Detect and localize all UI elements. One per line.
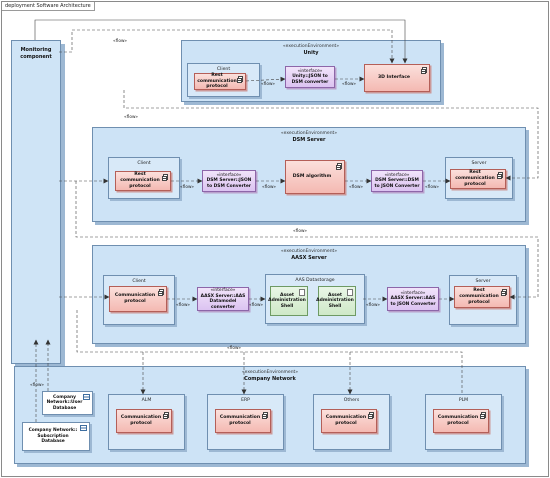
aasx-right-interface-name: AASX Server::AAS to JSON Converter: [390, 296, 436, 307]
company-stereotype: «executionEnvironment»: [241, 370, 299, 375]
flow-label: «flow»: [262, 185, 277, 190]
flow-label: «flow»: [261, 82, 276, 87]
aasx-server-rest-component[interactable]: Rest communication protocol: [454, 286, 510, 308]
aasx-left-interface-name: AASX Server::AAS Datamodel converter: [200, 293, 246, 310]
aasx-stereotype: «executionEnvironment»: [280, 249, 338, 254]
unity-rest-component[interactable]: Rest communication protocol: [194, 73, 246, 90]
component-icon: [162, 174, 168, 182]
plm-communication-component[interactable]: Communication protocol: [433, 409, 489, 433]
dsm-to-json-interface[interactable]: «interface» DSM Server::DSM to JSON Conv…: [371, 170, 423, 192]
dsm-left-interface-name: DSM Server::JSON to DSM Converter: [206, 178, 252, 189]
dsm-server-label: Server: [471, 161, 487, 166]
dsm-stereotype: «executionEnvironment»: [280, 131, 338, 136]
unity-3d-interface-label: 3D Interface: [377, 75, 411, 81]
monitoring-component-node[interactable]: Monitoring component: [11, 40, 61, 364]
unity-rest-component-label: Rest communication protocol: [197, 72, 237, 90]
dsm-name: DSM Server: [292, 137, 326, 143]
asset-administration-shell-1[interactable]: Asset Administration Shell: [268, 286, 308, 316]
aas-datastorage-label: AAS Datastorage: [295, 278, 335, 283]
flow-label: «flow»: [249, 303, 264, 308]
component-icon: [336, 163, 342, 171]
aasx-server-label: Server: [475, 279, 491, 284]
subscription-database-label: Company Network:: Subscription Database: [28, 428, 78, 445]
others-communication-component[interactable]: Communication protocol: [321, 409, 377, 433]
unity-interface-name: Unity::JSON to DSM converter: [291, 74, 329, 85]
flow-label: «flow»: [349, 185, 364, 190]
monitoring-component-name: Monitoring component: [20, 47, 52, 60]
unity-name: Unity: [303, 50, 319, 56]
alm-label: ALM: [141, 398, 152, 403]
component-icon: [421, 67, 427, 75]
flow-label: «flow»: [293, 229, 308, 234]
erp-communication-component[interactable]: Communication protocol: [215, 409, 271, 433]
erp-label: ERP: [241, 398, 250, 403]
dsm-server-rest-component[interactable]: Rest communication protocol: [450, 169, 506, 189]
user-database-label: Company Network::User Database: [46, 394, 83, 411]
unity-3d-interface-component[interactable]: 3D Interface: [364, 64, 430, 92]
plm-communication-label: Communication protocol: [437, 415, 479, 426]
aasx-client-label: Client: [132, 279, 146, 284]
component-icon: [501, 289, 507, 297]
flow-label: «flow»: [366, 303, 381, 308]
aasx-name: AASX Server: [291, 255, 327, 261]
aasx-to-json-converter-interface[interactable]: «interface» AASX Server::AAS to JSON Con…: [387, 287, 439, 311]
flow-label: «flow»: [227, 346, 242, 351]
component-icon: [497, 172, 503, 180]
component-icon: [158, 289, 164, 297]
alm-communication-component[interactable]: Communication protocol: [116, 409, 172, 433]
flow-label: «flow»: [30, 383, 45, 388]
component-icon: [163, 412, 169, 420]
unity-client-label: Client: [216, 67, 231, 72]
aasx-server-rest-label: Rest communication protocol: [459, 288, 499, 305]
flow-label: «flow»: [113, 39, 128, 44]
flow-label: «flow»: [176, 303, 191, 308]
erp-communication-label: Communication protocol: [219, 415, 261, 426]
aasx-client-communication-component[interactable]: Communication protocol: [109, 286, 167, 312]
flow-label: «flow»: [124, 115, 139, 120]
dsm-server-rest-label: Rest communication protocol: [455, 170, 495, 187]
artifact-icon: [299, 289, 305, 296]
flow-label: «flow»: [180, 185, 195, 190]
dsm-client-label: Client: [137, 161, 151, 166]
subscription-database[interactable]: Company Network:: Subscription Database: [22, 422, 90, 451]
diagram-title: deployment Software Architecture: [2, 2, 95, 11]
others-label: Others: [343, 398, 360, 403]
dsm-algorithm-component[interactable]: DSM algorithm: [285, 160, 345, 194]
aasx-client-communication-label: Communication protocol: [114, 293, 156, 304]
dsm-algorithm-label: DSM algorithm: [292, 174, 332, 180]
component-icon: [480, 412, 486, 420]
table-icon: [80, 425, 87, 431]
unity-json-to-dsm-interface[interactable]: «interface» Unity::JSON to DSM converter: [285, 66, 335, 88]
dsm-client-rest-label: Rest communication protocol: [120, 172, 160, 189]
unity-stereotype: «executionEnvironment»: [282, 44, 340, 49]
user-database[interactable]: Company Network::User Database: [42, 391, 93, 415]
table-icon: [83, 394, 90, 400]
flow-label: «flow»: [342, 82, 357, 87]
plm-label: PLM: [458, 398, 469, 403]
dsm-client-rest-component[interactable]: Rest communication protocol: [115, 171, 171, 191]
company-name: Company Network: [244, 376, 296, 382]
flow-label: «flow»: [425, 185, 440, 190]
dsm-json-to-dsm-interface[interactable]: «interface» DSM Server::JSON to DSM Conv…: [202, 170, 256, 192]
alm-communication-label: Communication protocol: [120, 415, 162, 426]
aasx-datamodel-converter-interface[interactable]: «interface» AASX Server::AAS Datamodel c…: [197, 287, 249, 311]
component-icon: [368, 412, 374, 420]
component-icon: [262, 412, 268, 420]
asset-administration-shell-2[interactable]: Asset Administration Shell: [316, 286, 356, 316]
artifact-icon: [347, 289, 353, 296]
others-communication-label: Communication protocol: [325, 415, 367, 426]
diagram-canvas: deployment Software Architecture Monitor…: [0, 0, 550, 478]
component-icon: [237, 76, 243, 84]
dsm-right-interface-name: DSM Server::DSM to JSON Converter: [374, 178, 420, 189]
